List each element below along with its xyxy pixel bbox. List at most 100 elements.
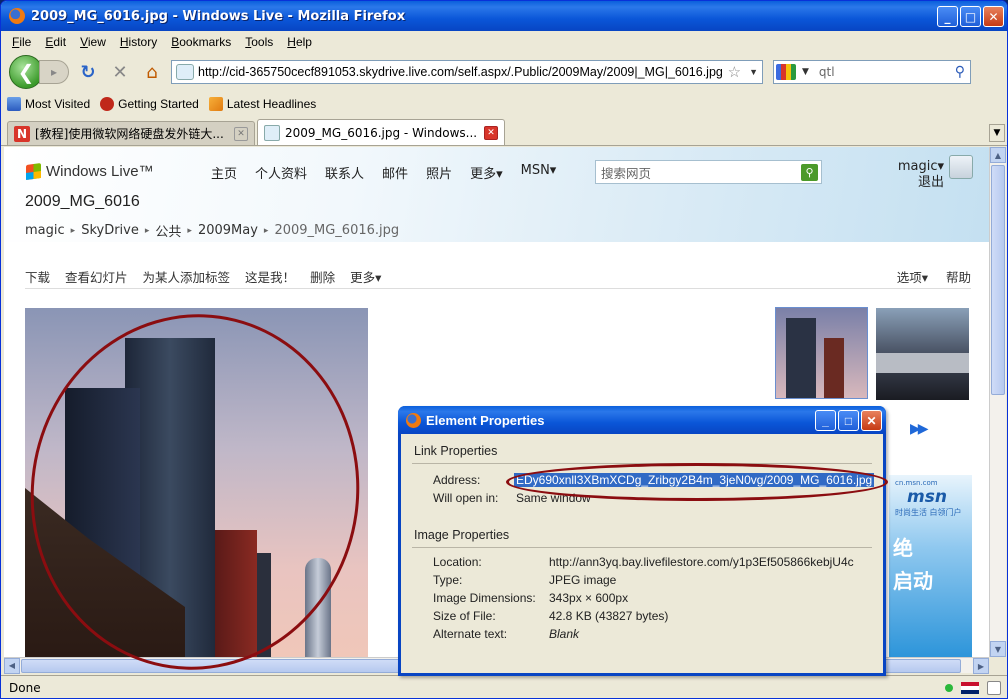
reload-icon: ↻ bbox=[80, 61, 96, 83]
bookmark-latest-headlines[interactable]: Latest Headlines bbox=[208, 97, 316, 111]
search-bar[interactable]: ▼ qtl ⚲ bbox=[773, 60, 971, 84]
resize-grip-icon[interactable] bbox=[987, 681, 1001, 695]
nav-photos[interactable]: 照片 bbox=[426, 163, 452, 182]
nav-profile[interactable]: 个人资料 bbox=[255, 163, 307, 182]
next-photos-icon[interactable]: ▶▶ bbox=[910, 421, 928, 437]
address-selected-text[interactable]: EDy690xnll3XBmXCDg_Zribgy2B4m_3jeN0vg/20… bbox=[514, 473, 875, 487]
search-input[interactable]: qtl bbox=[813, 65, 955, 79]
bookmark-folder-icon bbox=[7, 97, 21, 111]
nav-contacts[interactable]: 联系人 bbox=[325, 163, 364, 182]
menu-tools[interactable]: Tools bbox=[238, 35, 280, 49]
dialog-title-bar[interactable]: Element Properties _ □ ✕ bbox=[398, 406, 886, 434]
bookmark-getting-started[interactable]: Getting Started bbox=[100, 97, 199, 111]
search-magnifier-icon[interactable]: ⚲ bbox=[955, 64, 970, 80]
nav-msn[interactable]: MSN▾ bbox=[521, 163, 557, 182]
photo-tower bbox=[257, 553, 271, 657]
menu-file[interactable]: File bbox=[5, 35, 38, 49]
bookmark-label: Most Visited bbox=[25, 97, 91, 111]
slideshow-link[interactable]: 查看幻灯片 bbox=[65, 267, 128, 288]
type-value: JPEG image bbox=[549, 573, 617, 587]
url-history-dropdown[interactable]: ▼ bbox=[745, 67, 762, 77]
this-is-me-link[interactable]: 这是我！ bbox=[245, 267, 295, 288]
help-link[interactable]: 帮助 bbox=[946, 267, 971, 286]
title-bar[interactable]: 2009_MG_6016.jpg - Windows Live - Mozill… bbox=[1, 1, 1007, 31]
site-identity-icon[interactable] bbox=[176, 64, 194, 80]
firefox-logo-icon bbox=[406, 412, 421, 428]
msn-ad-banner[interactable]: cn.msn.com msn 时尚生活 白领门户 绝 启动 bbox=[889, 475, 972, 657]
windows-flag-icon bbox=[26, 162, 41, 181]
web-search-input[interactable]: 搜索网页 bbox=[596, 163, 801, 182]
photo-tower bbox=[215, 530, 257, 657]
google-engine-icon[interactable] bbox=[776, 64, 796, 80]
menu-history[interactable]: History bbox=[113, 35, 164, 49]
minimize-button[interactable]: _ bbox=[937, 6, 958, 27]
web-search-button[interactable]: ⚲ bbox=[801, 163, 818, 181]
dialog-body: Link Properties Address: EDy690xnll3XBmX… bbox=[404, 438, 880, 670]
home-button[interactable]: ⌂ bbox=[139, 59, 165, 85]
windows-live-logo[interactable]: Windows Live™ bbox=[26, 162, 154, 181]
nav-home[interactable]: 主页 bbox=[211, 163, 237, 182]
status-indicator-icon bbox=[945, 684, 953, 692]
dialog-minimize-button[interactable]: _ bbox=[815, 410, 836, 431]
more-link[interactable]: 更多▾ bbox=[350, 267, 381, 288]
menu-bookmarks[interactable]: Bookmarks bbox=[164, 35, 238, 49]
scroll-up-icon[interactable]: ▲ bbox=[990, 147, 1006, 163]
page-title: 2009_MG_6016 bbox=[25, 193, 140, 210]
tab-close-icon[interactable]: ✕ bbox=[234, 126, 248, 141]
breadcrumb: magic ▸ SkyDrive ▸ 公共 ▸ 2009May ▸ 2009_M… bbox=[25, 221, 399, 240]
menu-help[interactable]: Help bbox=[280, 35, 319, 49]
dimensions-label: Image Dimensions: bbox=[433, 591, 536, 605]
close-button[interactable]: ✕ bbox=[983, 6, 1004, 27]
vertical-scrollbar[interactable]: ▲ ▼ bbox=[989, 147, 1006, 657]
tab-label: 2009_MG_6016.jpg - Windows... bbox=[285, 125, 478, 140]
nav-mail[interactable]: 邮件 bbox=[382, 163, 408, 182]
breadcrumb-public[interactable]: 公共 bbox=[155, 221, 181, 240]
status-bar: Done bbox=[1, 675, 1007, 698]
tag-someone-link[interactable]: 为某人添加标签 bbox=[143, 267, 231, 288]
bookmarks-toolbar: Most Visited Getting Started Latest Head… bbox=[1, 93, 1007, 115]
search-engine-dropdown[interactable]: ▼ bbox=[798, 67, 813, 77]
dialog-close-button[interactable]: ✕ bbox=[861, 410, 882, 431]
breadcrumb-skydrive[interactable]: SkyDrive bbox=[81, 223, 139, 238]
options-link[interactable]: 选项▾ bbox=[897, 267, 928, 286]
url-bar[interactable]: http://cid-365750cecf891053.skydrive.liv… bbox=[171, 60, 763, 84]
delete-link[interactable]: 删除 bbox=[310, 267, 335, 288]
scroll-left-icon[interactable]: ◀ bbox=[4, 657, 20, 674]
maximize-button[interactable]: □ bbox=[960, 6, 981, 27]
avatar[interactable] bbox=[949, 155, 973, 179]
thumbnail-current[interactable] bbox=[775, 307, 868, 399]
scroll-right-icon[interactable]: ▶ bbox=[973, 658, 989, 674]
nav-more[interactable]: 更多▾ bbox=[470, 163, 503, 182]
breadcrumb-user[interactable]: magic bbox=[25, 223, 65, 238]
menu-view[interactable]: View bbox=[73, 35, 113, 49]
dialog-maximize-button[interactable]: □ bbox=[838, 410, 859, 431]
thumbnail-next[interactable] bbox=[876, 308, 969, 400]
back-button[interactable]: ❮ bbox=[9, 55, 43, 89]
logo-text: Windows Live™ bbox=[46, 163, 154, 180]
main-photo[interactable] bbox=[25, 308, 368, 657]
ad-logo: msn bbox=[907, 487, 947, 507]
tab-photo[interactable]: 2009_MG_6016.jpg - Windows... ✕ bbox=[257, 119, 505, 145]
web-search-box[interactable]: 搜索网页 ⚲ bbox=[595, 160, 822, 184]
location-value[interactable]: http://ann3yq.bay.livefilestore.com/y1p3… bbox=[549, 555, 874, 569]
forward-button[interactable]: ▸ bbox=[39, 60, 69, 84]
url-input[interactable]: http://cid-365750cecf891053.skydrive.liv… bbox=[198, 65, 724, 79]
breadcrumb-folder[interactable]: 2009May bbox=[198, 223, 258, 238]
tab-list-dropdown[interactable]: ▼ bbox=[989, 124, 1005, 142]
stop-button[interactable]: ✕ bbox=[107, 59, 133, 85]
tab-label: [教程]使用微软网络硬盘发外链大... bbox=[35, 127, 224, 141]
tab-close-icon[interactable]: ✕ bbox=[484, 125, 498, 140]
download-link[interactable]: 下载 bbox=[25, 267, 50, 288]
user-name[interactable]: magic▾ bbox=[898, 159, 944, 175]
scroll-down-icon[interactable]: ▼ bbox=[990, 641, 1006, 657]
bookmark-most-visited[interactable]: Most Visited bbox=[7, 97, 90, 111]
reload-button[interactable]: ↻ bbox=[75, 59, 101, 85]
vertical-scroll-thumb[interactable] bbox=[991, 165, 1005, 395]
bookmark-star-icon[interactable]: ☆ bbox=[724, 63, 745, 81]
alt-text-value: Blank bbox=[549, 627, 580, 641]
signout-link[interactable]: 退出 bbox=[898, 175, 944, 191]
tab-tutorial[interactable]: N [教程]使用微软网络硬盘发外链大... ✕ bbox=[7, 121, 255, 145]
language-flag-icon[interactable] bbox=[961, 682, 979, 694]
address-value[interactable]: EDy690xnll3XBmXCDg_Zribgy2B4m_3jeN0vg/20… bbox=[514, 473, 875, 487]
menu-edit[interactable]: Edit bbox=[38, 35, 73, 49]
